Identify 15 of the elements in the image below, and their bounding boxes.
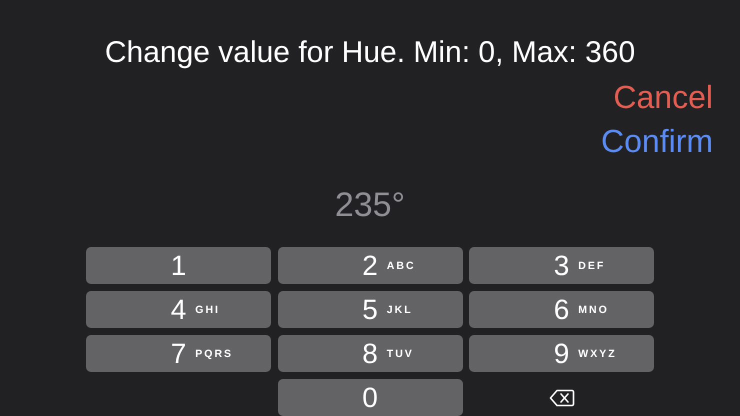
prompt-title: Change value for Hue. Min: 0, Max: 360: [104, 35, 636, 71]
keypad-key[interactable]: 4 GHI: [86, 291, 271, 328]
keypad-key[interactable]: 5 JKL: [278, 291, 462, 328]
keypad-key[interactable]: 7 PQRS: [86, 335, 271, 372]
keypad-key[interactable]: 0: [278, 379, 462, 416]
keypad-key[interactable]: 8 TUV: [278, 335, 462, 372]
keypad-key[interactable]: 9 WXYZ: [469, 335, 654, 372]
keypad-key[interactable]: 6 MNO: [469, 291, 654, 328]
action-link[interactable]: Cancel: [613, 75, 713, 119]
backspace-icon[interactable]: [548, 388, 574, 406]
action-link[interactable]: Confirm: [600, 119, 713, 163]
keypad-key[interactable]: 1: [86, 247, 271, 284]
keypad-key[interactable]: 2 ABC: [278, 247, 462, 284]
keypad-key[interactable]: 3 DEF: [469, 247, 654, 284]
value-display: 235°: [334, 185, 406, 225]
